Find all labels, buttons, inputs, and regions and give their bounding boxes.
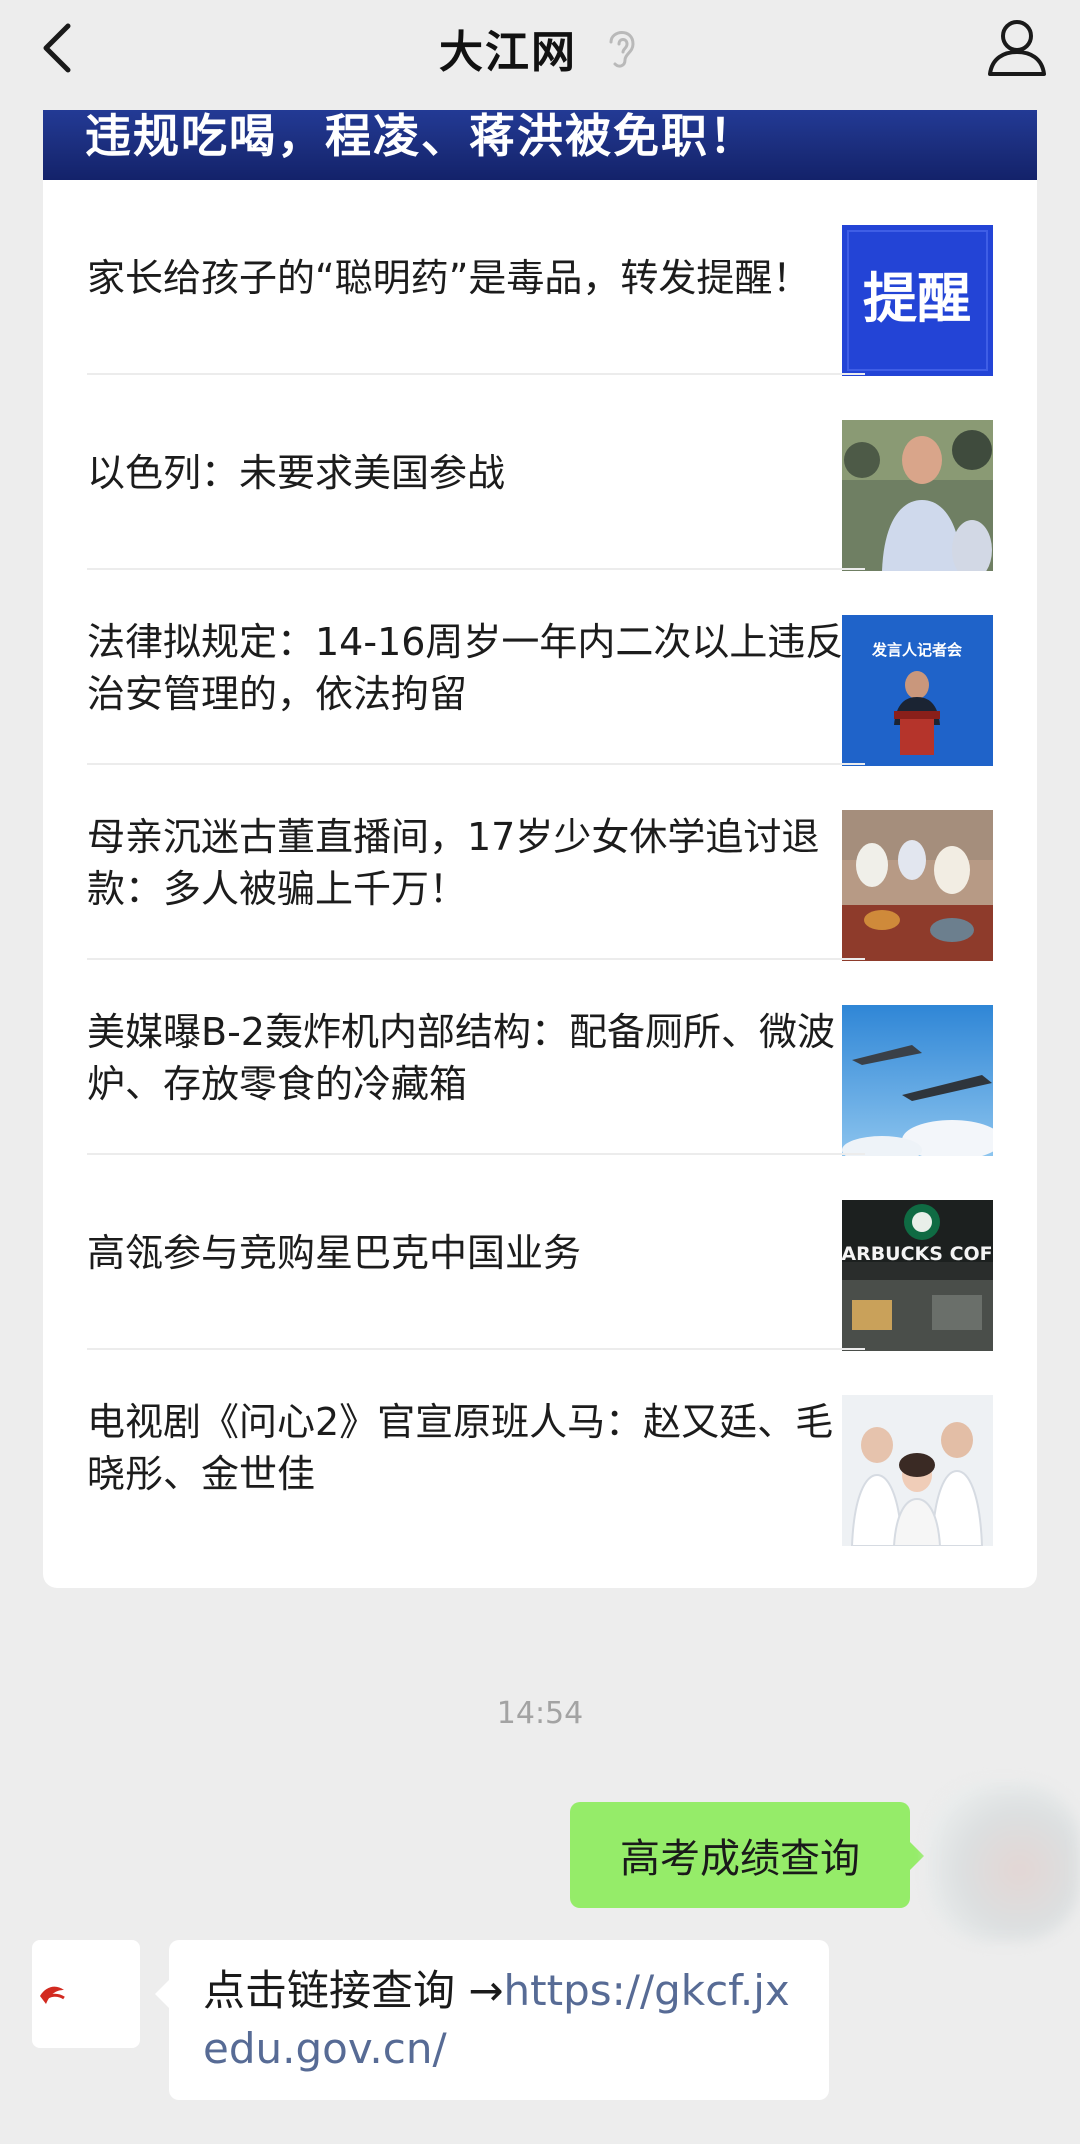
received-message-bubble[interactable]: 点击链接查询 →https://gkcf.jxedu.gov.cn/ (155, 1940, 829, 2100)
news-title: 母亲沉迷古董直播间，17岁少女休学追讨退款：多人被骗上千万！ (87, 814, 820, 911)
news-title: 以色列：未要求美国参战 (87, 450, 506, 495)
news-thumbnail-antiques (842, 810, 993, 961)
thumb-text: 发言人记者会 (871, 641, 962, 659)
received-message-text: 点击链接查询 →https://gkcf.jxedu.gov.cn/ (203, 1962, 813, 2078)
news-thumbnail-bomber (842, 1005, 993, 1156)
news-thumbnail-drama-cast (842, 1395, 993, 1546)
news-title: 法律拟规定：14-16周岁一年内二次以上违反治安管理的，依法拘留 (87, 619, 844, 716)
news-title: 电视剧《问心2》官宣原班人马：赵又廷、毛晓彤、金世佳 (87, 1399, 834, 1496)
dajiang-logo (40, 1986, 65, 2004)
sent-message-bubble[interactable]: 高考成绩查询 (570, 1802, 924, 1908)
sent-message-text: 高考成绩查询 (620, 1836, 860, 1882)
received-message-prefix: 点击链接查询 → (203, 1966, 504, 2015)
news-thumbnail-reminder: 提醒 (842, 225, 993, 376)
news-thumbnail-press-conference: 发言人记者会 (842, 615, 993, 766)
bubble-tail (910, 1842, 924, 1870)
news-thumbnail-starbucks: ARBUCKS COF (842, 1200, 993, 1351)
nav-title-group: 大江网 (0, 18, 1080, 78)
official-account-avatar[interactable] (32, 1940, 140, 2048)
nav-title: 大江网 (439, 27, 577, 78)
top-nav-bar: 大江网 (0, 0, 1080, 110)
my-avatar[interactable] (928, 1782, 1080, 1942)
article-list-card: 违规吃喝，程凌、蒋洪被免职！ 家长给孩子的“聪明药”是毒品，转发提醒！ 提醒 以… (43, 110, 1037, 1588)
news-item[interactable]: 电视剧《问心2》官宣原班人马：赵又廷、毛晓彤、金世佳 (43, 1350, 1037, 1546)
news-item[interactable]: 家长给孩子的“聪明药”是毒品，转发提醒！ 提醒 (43, 180, 1037, 376)
ear-icon[interactable] (601, 24, 641, 72)
news-item[interactable]: 母亲沉迷古董直播间，17岁少女休学追讨退款：多人被骗上千万！ (43, 765, 1037, 961)
news-title: 美媒曝B-2轰炸机内部结构：配备厕所、微波炉、存放零食的冷藏箱 (87, 1009, 835, 1106)
news-title: 家长给孩子的“聪明药”是毒品，转发提醒！ (87, 255, 811, 300)
news-thumbnail-photo (842, 420, 993, 571)
news-list: 家长给孩子的“聪明药”是毒品，转发提醒！ 提醒 以色列：未要求美国参战 法律拟规… (43, 180, 1037, 1546)
news-item[interactable]: 以色列：未要求美国参战 (43, 375, 1037, 571)
person-icon[interactable] (984, 14, 1050, 80)
news-item[interactable]: 法律拟规定：14-16周岁一年内二次以上违反治安管理的，依法拘留 发言人记者会 (43, 570, 1037, 766)
thumb-text: 提醒 (863, 267, 971, 330)
news-title: 高瓴参与竞购星巴克中国业务 (87, 1230, 582, 1275)
headline-banner[interactable]: 违规吃喝，程凌、蒋洪被免职！ (43, 110, 1037, 180)
bubble-tail (155, 1980, 169, 2008)
banner-headline: 违规吃喝，程凌、蒋洪被免职！ (85, 110, 757, 163)
news-item[interactable]: 高瓴参与竞购星巴克中国业务 ARBUCKS COF (43, 1155, 1037, 1351)
chat-timestamp: 14:54 (496, 1696, 584, 1731)
news-item[interactable]: 美媒曝B-2轰炸机内部结构：配备厕所、微波炉、存放零食的冷藏箱 (43, 960, 1037, 1156)
thumb-text: ARBUCKS COF (842, 1243, 993, 1265)
